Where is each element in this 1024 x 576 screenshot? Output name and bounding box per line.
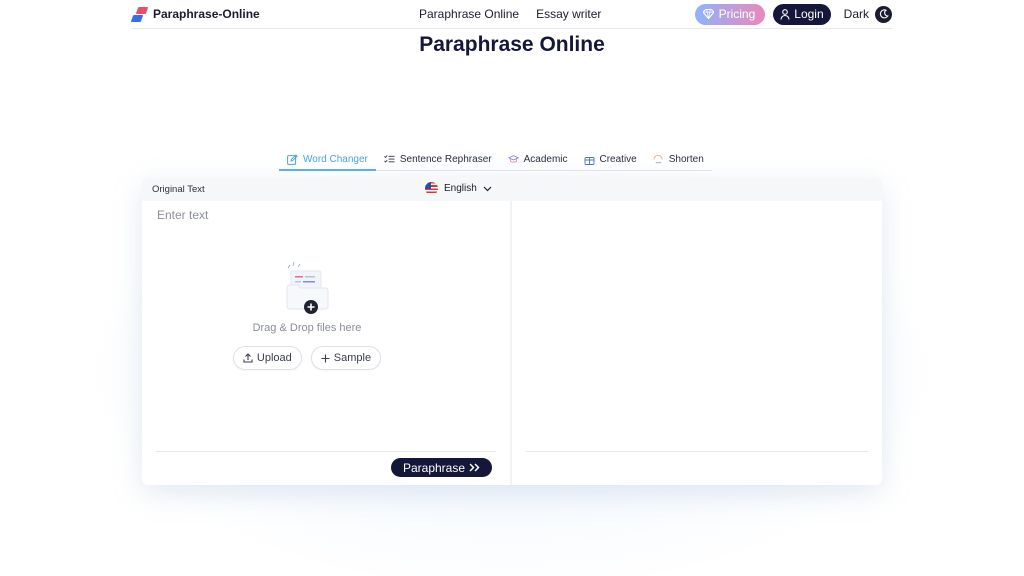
graduation-cap-icon — [507, 154, 519, 165]
tab-word-changer[interactable]: Word Changer — [279, 149, 376, 171]
tab-shorten[interactable]: Shorten — [644, 149, 712, 171]
main-nav: Paraphrase Online Essay writer — [419, 7, 601, 21]
mode-tabs: Word Changer Sentence Rephraser Academic… — [279, 149, 712, 171]
file-upload-illustration — [284, 261, 330, 314]
drop-actions: Upload Sample — [232, 346, 382, 370]
header-actions: Pricing Login Dark — [694, 3, 892, 25]
nav-link-essay-writer[interactable]: Essay writer — [536, 7, 601, 21]
top-header: Paraphrase-Online Paraphrase Online Essa… — [130, 0, 892, 29]
original-text-label: Original Text — [152, 184, 205, 195]
gift-icon — [584, 154, 595, 165]
tab-label: Word Changer — [303, 153, 368, 165]
language-value: English — [444, 183, 477, 194]
upload-button[interactable]: Upload — [232, 346, 302, 370]
input-footer-divider — [156, 451, 496, 452]
paraphrase-label: Paraphrase — [402, 460, 466, 475]
text-input[interactable]: Enter text — [157, 208, 208, 222]
upload-icon — [243, 353, 253, 363]
drop-instructions: Drag & Drop files here — [252, 322, 362, 334]
sample-label: Sample — [333, 352, 372, 364]
list-check-icon — [384, 154, 395, 165]
dark-mode-label: Dark — [843, 7, 869, 21]
brand-name: Paraphrase-Online — [153, 7, 260, 21]
dark-mode-toggle[interactable]: Dark — [843, 5, 892, 23]
moon-icon — [875, 5, 892, 23]
page-title: Paraphrase Online — [419, 33, 605, 56]
editor-card: Original Text English Enter text Drag & … — [142, 178, 882, 485]
sample-button[interactable]: Sample — [310, 346, 382, 370]
pricing-label: Pricing — [718, 7, 756, 21]
tab-label: Academic — [523, 154, 568, 165]
brand-logo[interactable]: Paraphrase-Online — [130, 6, 260, 22]
user-icon — [780, 8, 790, 20]
tab-creative[interactable]: Creative — [575, 149, 645, 171]
double-chevron-right-icon — [469, 463, 480, 472]
edit-icon — [287, 153, 298, 165]
tab-label: Creative — [599, 154, 637, 165]
login-label: Login — [794, 7, 824, 21]
chevron-down-icon — [483, 186, 492, 191]
us-flag-icon — [425, 182, 438, 195]
tab-sentence-rephraser[interactable]: Sentence Rephraser — [375, 149, 500, 171]
pricing-button[interactable]: Pricing — [694, 3, 766, 25]
tab-academic[interactable]: Academic — [499, 149, 576, 171]
tab-label: Sentence Rephraser — [399, 154, 492, 165]
editor-divider — [510, 201, 512, 485]
plus-icon — [321, 354, 330, 362]
editor-toolbar: Original Text English — [142, 178, 882, 201]
tab-label: Shorten — [668, 154, 704, 165]
logo-icon — [130, 6, 149, 22]
output-footer-divider — [526, 451, 868, 452]
language-selector[interactable]: English — [425, 182, 492, 195]
upload-label: Upload — [256, 352, 292, 364]
shorten-icon — [653, 154, 664, 165]
diamond-icon — [702, 9, 714, 19]
nav-link-paraphrase-online[interactable]: Paraphrase Online — [419, 7, 519, 21]
paraphrase-button[interactable]: Paraphrase — [391, 458, 492, 477]
login-button[interactable]: Login — [773, 3, 831, 25]
file-drop-zone[interactable]: Drag & Drop files here Upload Sample — [232, 261, 382, 370]
